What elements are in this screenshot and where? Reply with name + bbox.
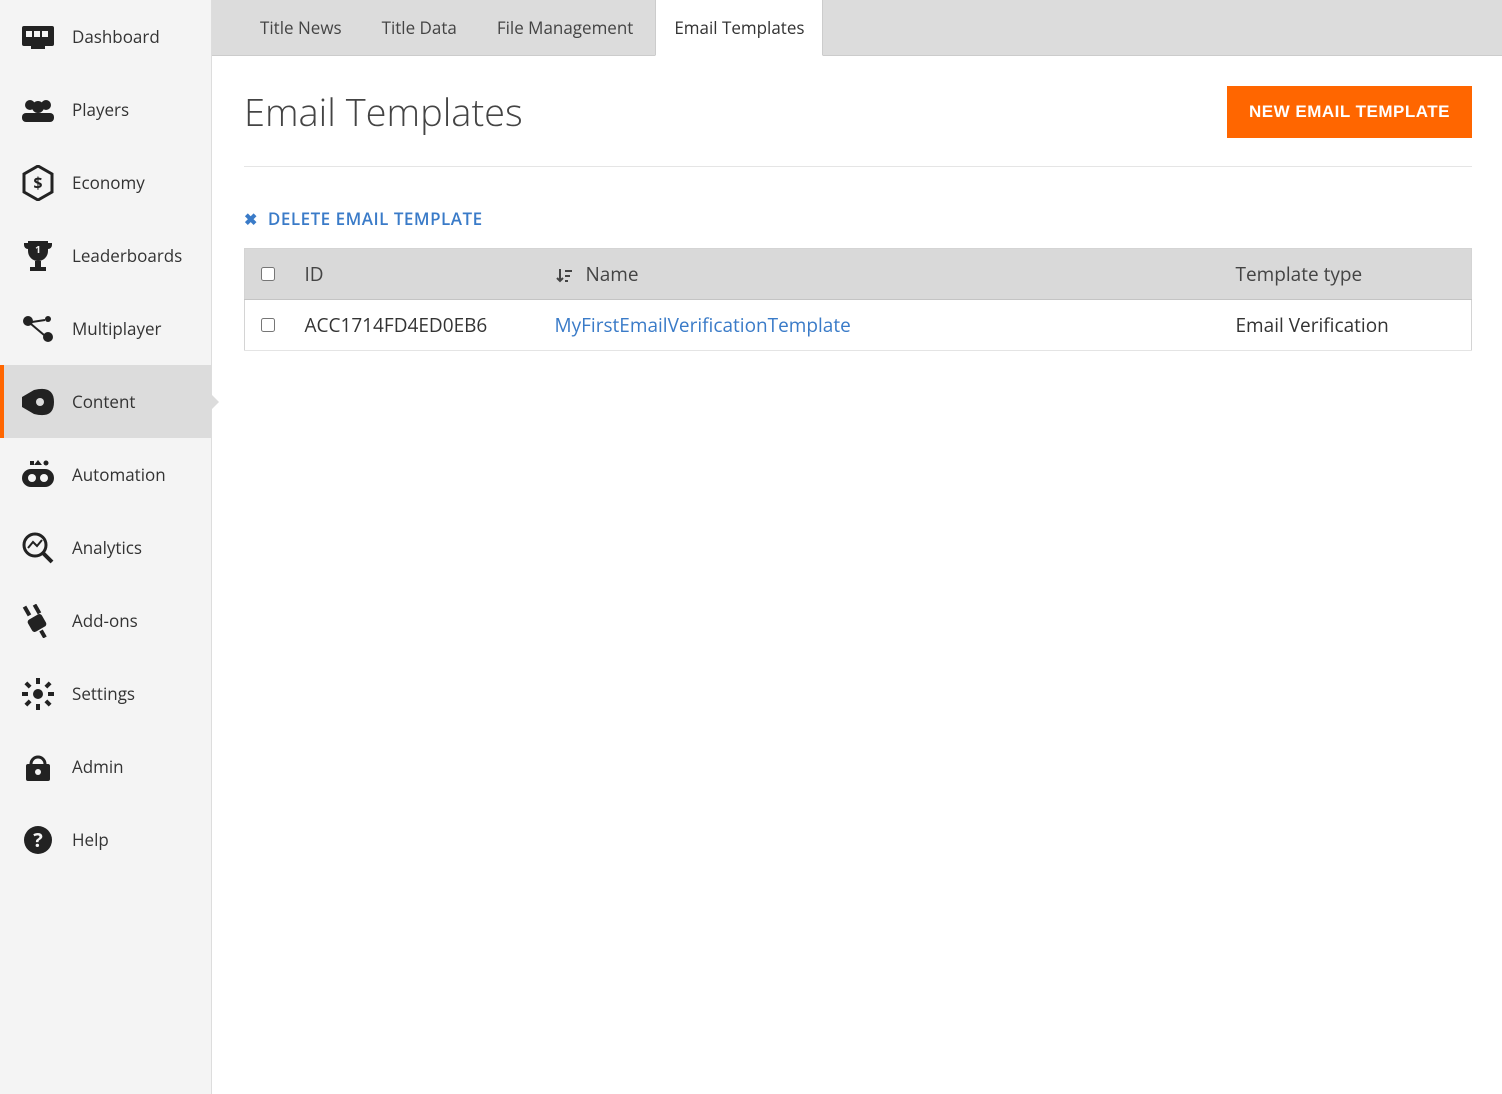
economy-icon: $ xyxy=(18,165,58,201)
header-name[interactable]: Name xyxy=(541,249,1222,300)
sidebar-item-addons[interactable]: Add-ons xyxy=(0,584,211,657)
content: Email Templates NEW EMAIL TEMPLATE ✖ DEL… xyxy=(212,56,1502,351)
sidebar-item-leaderboards[interactable]: 1 Leaderboards xyxy=(0,219,211,292)
row-id: ACC1714FD4ED0EB6 xyxy=(291,300,541,351)
sidebar-item-economy[interactable]: $ Economy xyxy=(0,146,211,219)
sidebar-item-dashboard[interactable]: Dashboard xyxy=(0,0,211,73)
sidebar-item-admin[interactable]: Admin xyxy=(0,730,211,803)
select-all-checkbox[interactable] xyxy=(261,267,275,281)
sidebar-item-label: Settings xyxy=(72,682,135,705)
sidebar-item-analytics[interactable]: Analytics xyxy=(0,511,211,584)
tab-label: Title News xyxy=(260,16,342,39)
sidebar-item-multiplayer[interactable]: Multiplayer xyxy=(0,292,211,365)
sidebar-item-players[interactable]: Players xyxy=(0,73,211,146)
sort-icon xyxy=(555,267,573,285)
addons-icon xyxy=(18,604,58,638)
sidebar-item-label: Players xyxy=(72,98,129,121)
svg-text:?: ? xyxy=(33,826,43,853)
sidebar-item-help[interactable]: ? Help xyxy=(0,803,211,876)
sidebar-item-label: Analytics xyxy=(72,536,142,559)
tab-label: Email Templates xyxy=(674,16,804,39)
sidebar-item-automation[interactable]: Automation xyxy=(0,438,211,511)
leaderboards-icon: 1 xyxy=(18,239,58,273)
tab-email-templates[interactable]: Email Templates xyxy=(655,0,823,56)
players-icon xyxy=(18,97,58,123)
row-name-cell: MyFirstEmailVerificationTemplate xyxy=(541,300,1222,351)
tab-title-news[interactable]: Title News xyxy=(242,0,360,55)
row-checkbox[interactable] xyxy=(261,318,275,332)
automation-icon xyxy=(18,459,58,491)
titlebar: Email Templates NEW EMAIL TEMPLATE xyxy=(244,86,1472,167)
analytics-icon xyxy=(18,531,58,565)
sidebar-item-content[interactable]: Content xyxy=(0,365,211,438)
table-row: ACC1714FD4ED0EB6 MyFirstEmailVerificatio… xyxy=(245,300,1472,351)
header-id[interactable]: ID xyxy=(291,249,541,300)
tab-label: File Management xyxy=(497,16,633,39)
delete-label: DELETE EMAIL TEMPLATE xyxy=(268,207,483,230)
multiplayer-icon xyxy=(18,314,58,344)
settings-icon xyxy=(18,677,58,711)
sidebar-item-label: Help xyxy=(72,828,109,851)
sidebar-item-label: Content xyxy=(72,390,135,413)
svg-text:$: $ xyxy=(33,172,42,194)
close-icon: ✖ xyxy=(244,208,258,230)
admin-icon xyxy=(18,750,58,784)
header-type[interactable]: Template type xyxy=(1222,249,1472,300)
delete-email-template-button[interactable]: ✖ DELETE EMAIL TEMPLATE xyxy=(244,207,483,230)
header-checkbox-cell xyxy=(245,249,291,300)
sidebar-item-settings[interactable]: Settings xyxy=(0,657,211,730)
tab-label: Title Data xyxy=(382,16,457,39)
help-icon: ? xyxy=(18,824,58,856)
sidebar-item-label: Automation xyxy=(72,463,166,486)
row-checkbox-cell xyxy=(245,300,291,351)
tabbar: Title News Title Data File Management Em… xyxy=(212,0,1502,56)
main: Title News Title Data File Management Em… xyxy=(212,0,1502,1094)
button-label: NEW EMAIL TEMPLATE xyxy=(1249,102,1450,121)
page-title: Email Templates xyxy=(244,86,523,138)
sidebar-item-label: Dashboard xyxy=(72,25,160,48)
sidebar-item-label: Leaderboards xyxy=(72,244,182,267)
sidebar: Dashboard Players $ Economy 1 Leaderboar… xyxy=(0,0,212,1094)
header-name-label: Name xyxy=(585,261,638,287)
svg-text:1: 1 xyxy=(35,242,41,256)
sidebar-item-label: Add-ons xyxy=(72,609,138,632)
dashboard-icon xyxy=(18,23,58,51)
tab-file-management[interactable]: File Management xyxy=(479,0,651,55)
actions: ✖ DELETE EMAIL TEMPLATE xyxy=(244,207,1472,230)
sidebar-item-label: Economy xyxy=(72,171,145,194)
template-name-link[interactable]: MyFirstEmailVerificationTemplate xyxy=(555,312,851,338)
row-type: Email Verification xyxy=(1222,300,1472,351)
sidebar-item-label: Multiplayer xyxy=(72,317,162,340)
new-email-template-button[interactable]: NEW EMAIL TEMPLATE xyxy=(1227,86,1472,138)
content-icon xyxy=(18,387,58,417)
tab-title-data[interactable]: Title Data xyxy=(364,0,475,55)
templates-table: ID Name Template type ACC1714FD4ED0E xyxy=(244,248,1472,351)
sidebar-item-label: Admin xyxy=(72,755,124,778)
